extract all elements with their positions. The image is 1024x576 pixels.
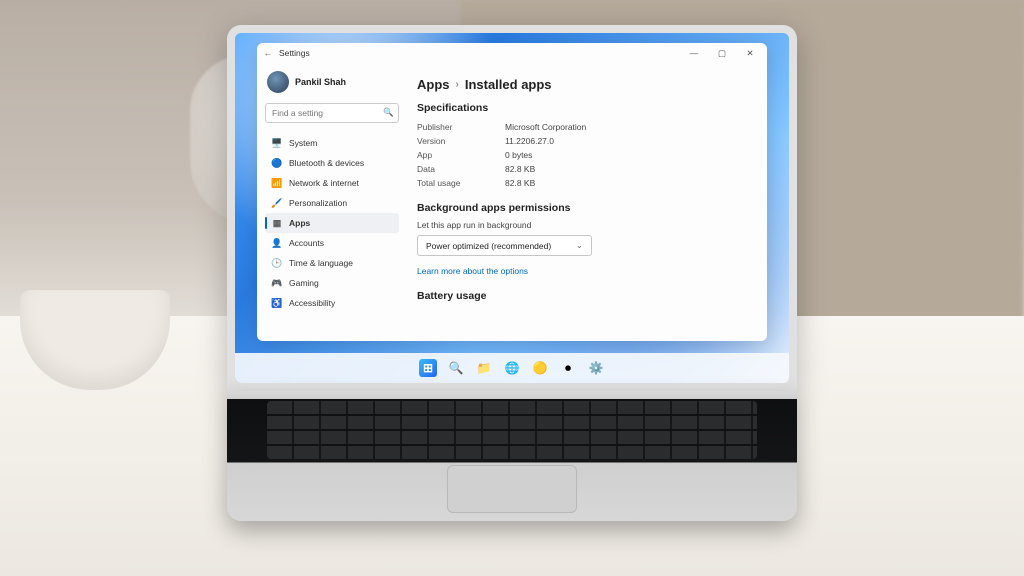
window-titlebar: ← Settings — ▢ ✕ bbox=[257, 43, 767, 63]
sidebar-item-label: Time & language bbox=[289, 258, 353, 268]
spec-key: Total usage bbox=[417, 178, 495, 188]
specs-list: Publisher Microsoft Corporation Version 11.… bbox=[417, 120, 753, 190]
laptop-frame: ← Settings — ▢ ✕ Pankil Shah bbox=[227, 25, 797, 521]
sidebar-item-system[interactable]: 🖥️ System bbox=[265, 133, 399, 153]
spec-key: Publisher bbox=[417, 122, 495, 132]
accessibility-icon: ♿ bbox=[271, 297, 283, 309]
sidebar-item-time-language[interactable]: 🕒 Time & language bbox=[265, 253, 399, 273]
breadcrumb-parent[interactable]: Apps bbox=[417, 77, 450, 92]
specs-heading: Specifications bbox=[417, 102, 753, 114]
settings-button[interactable]: ⚙️ bbox=[587, 359, 605, 377]
spec-value: Microsoft Corporation bbox=[505, 122, 586, 132]
screen-bezel: ← Settings — ▢ ✕ Pankil Shah bbox=[227, 25, 797, 391]
sidebar-item-label: Personalization bbox=[289, 198, 347, 208]
sidebar-item-label: Accessibility bbox=[289, 298, 335, 308]
sidebar-item-label: Network & internet bbox=[289, 178, 359, 188]
personalization-icon: 🖌️ bbox=[271, 197, 283, 209]
search-field-wrap: 🔍 bbox=[265, 103, 399, 123]
search-input[interactable] bbox=[265, 103, 399, 123]
spec-row: Total usage 82.8 KB bbox=[417, 176, 753, 190]
bluetooth-icon: 🔵 bbox=[271, 157, 283, 169]
sidebar-item-personalization[interactable]: 🖌️ Personalization bbox=[265, 193, 399, 213]
chrome-button[interactable]: 🟡 bbox=[531, 359, 549, 377]
settings-window: ← Settings — ▢ ✕ Pankil Shah bbox=[257, 43, 767, 341]
apps-icon: ▦ bbox=[271, 217, 283, 229]
start-button[interactable]: ⊞ bbox=[419, 359, 437, 377]
edge-button[interactable]: 🌐 bbox=[503, 359, 521, 377]
sidebar-item-label: Accounts bbox=[289, 238, 324, 248]
trackpad bbox=[447, 465, 577, 513]
spec-row: Data 82.8 KB bbox=[417, 162, 753, 176]
sidebar-item-label: Gaming bbox=[289, 278, 319, 288]
spec-key: Version bbox=[417, 136, 495, 146]
explorer-button[interactable]: 📁 bbox=[475, 359, 493, 377]
chevron-right-icon: › bbox=[456, 79, 459, 90]
minimize-button[interactable]: — bbox=[683, 48, 705, 58]
spec-row: App 0 bytes bbox=[417, 148, 753, 162]
media-button[interactable]: ⏺ bbox=[559, 359, 577, 377]
sidebar-item-apps[interactable]: ▦ Apps bbox=[265, 213, 399, 233]
breadcrumb: Apps › Installed apps bbox=[417, 77, 753, 92]
accounts-icon: 👤 bbox=[271, 237, 283, 249]
bg-perms-heading: Background apps permissions bbox=[417, 202, 753, 214]
learn-more-link[interactable]: Learn more about the options bbox=[417, 266, 528, 276]
spec-row: Publisher Microsoft Corporation bbox=[417, 120, 753, 134]
battery-heading: Battery usage bbox=[417, 290, 753, 302]
laptop-screen: ← Settings — ▢ ✕ Pankil Shah bbox=[235, 33, 789, 383]
sidebar-item-gaming[interactable]: 🎮 Gaming bbox=[265, 273, 399, 293]
spec-value: 11.2206.27.0 bbox=[505, 136, 554, 146]
close-button[interactable]: ✕ bbox=[739, 48, 761, 59]
avatar bbox=[267, 71, 289, 93]
user-name: Pankil Shah bbox=[295, 77, 346, 87]
laptop-keyboard bbox=[227, 391, 797, 521]
spec-row: Version 11.2206.27.0 bbox=[417, 134, 753, 148]
back-button[interactable]: ← bbox=[263, 48, 273, 58]
spec-key: Data bbox=[417, 164, 495, 174]
spec-value: 0 bytes bbox=[505, 150, 532, 160]
search-button[interactable]: 🔍 bbox=[447, 359, 465, 377]
window-title: Settings bbox=[279, 48, 310, 58]
sidebar-item-accounts[interactable]: 👤 Accounts bbox=[265, 233, 399, 253]
chevron-down-icon: ⌄ bbox=[576, 240, 583, 251]
settings-sidebar: Pankil Shah 🔍 🖥️ System 🔵 Bluetooth & devic… bbox=[257, 63, 407, 341]
system-icon: 🖥️ bbox=[271, 137, 283, 149]
spec-value: 82.8 KB bbox=[505, 178, 535, 188]
dropdown-value: Power optimized (recommended) bbox=[426, 241, 551, 251]
breadcrumb-current: Installed apps bbox=[465, 77, 552, 92]
bg-perms-label: Let this app run in background bbox=[417, 220, 753, 230]
spec-key: App bbox=[417, 150, 495, 160]
user-profile[interactable]: Pankil Shah bbox=[267, 71, 399, 93]
sidebar-item-label: Apps bbox=[289, 218, 310, 228]
search-icon: 🔍 bbox=[383, 107, 394, 118]
sidebar-item-bluetooth-devices[interactable]: 🔵 Bluetooth & devices bbox=[265, 153, 399, 173]
spec-value: 82.8 KB bbox=[505, 164, 535, 174]
sidebar-item-label: Bluetooth & devices bbox=[289, 158, 364, 168]
time-language-icon: 🕒 bbox=[271, 257, 283, 269]
maximize-button[interactable]: ▢ bbox=[711, 48, 733, 59]
main-content: Apps › Installed apps Specifications Pub… bbox=[407, 63, 767, 341]
network-icon: 📶 bbox=[271, 177, 283, 189]
sidebar-item-network-internet[interactable]: 📶 Network & internet bbox=[265, 173, 399, 193]
taskbar: ⊞ 🔍 📁 🌐 🟡 ⏺ ⚙️ bbox=[235, 353, 789, 383]
bg-perms-dropdown[interactable]: Power optimized (recommended) ⌄ bbox=[417, 235, 592, 256]
keyboard-keys bbox=[267, 401, 757, 459]
sidebar-item-accessibility[interactable]: ♿ Accessibility bbox=[265, 293, 399, 313]
sidebar-item-label: System bbox=[289, 138, 317, 148]
gaming-icon: 🎮 bbox=[271, 277, 283, 289]
